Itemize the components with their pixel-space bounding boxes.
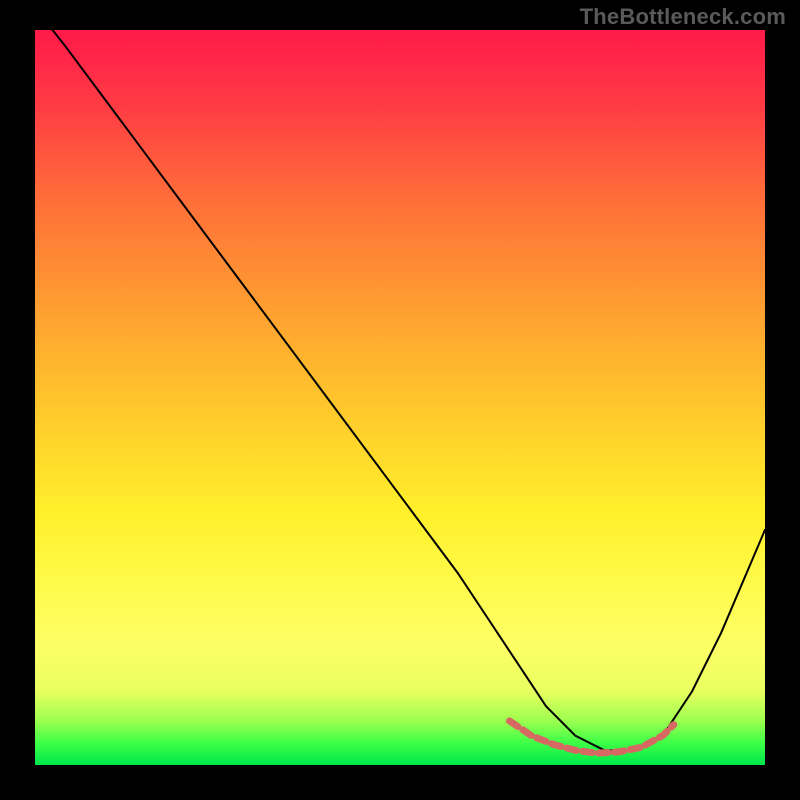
curve-layer xyxy=(35,30,765,765)
watermark-text: TheBottleneck.com xyxy=(580,4,786,30)
main-curve-path xyxy=(35,30,765,750)
highlight-segment-path xyxy=(510,721,674,753)
plot-area xyxy=(35,30,765,765)
chart-container: TheBottleneck.com xyxy=(0,0,800,800)
